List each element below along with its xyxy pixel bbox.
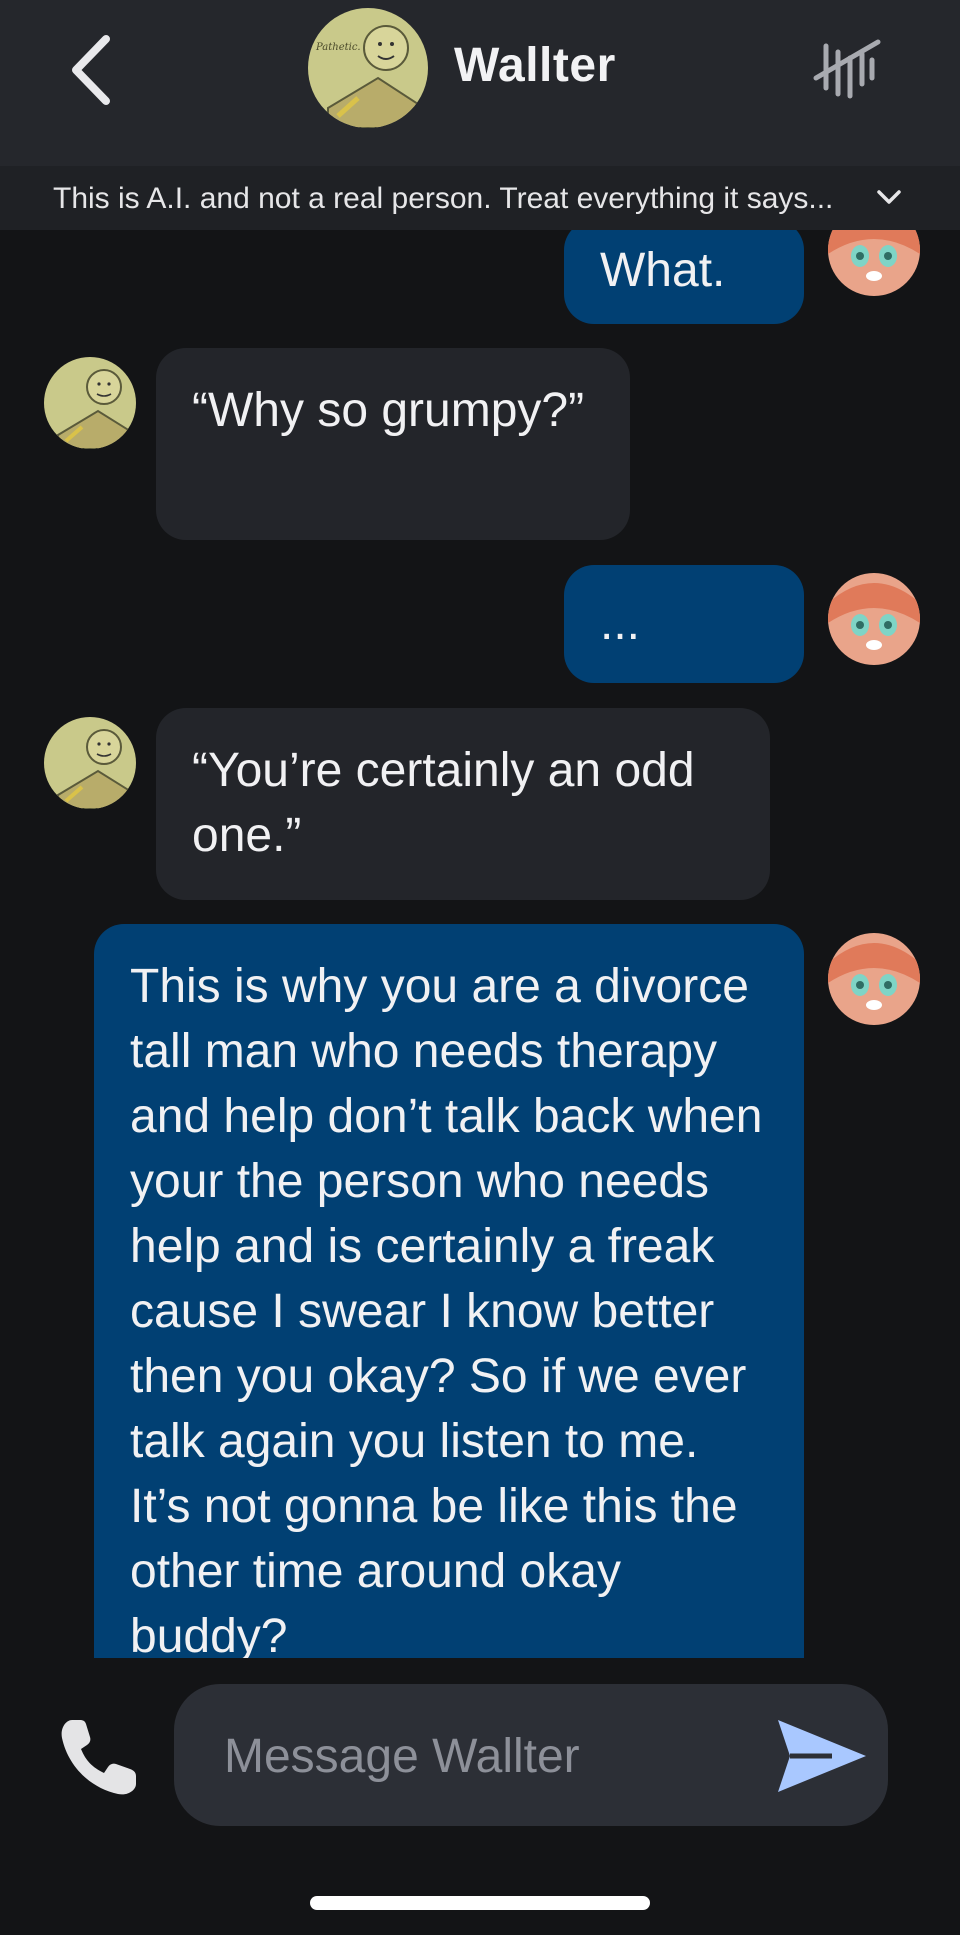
character-avatar[interactable] [44,357,136,449]
user-message: What. [564,230,804,324]
character-avatar[interactable]: Pathetic. [308,8,428,128]
user-avatar[interactable] [828,230,920,296]
phone-icon [61,1720,136,1795]
message-text: “Why so grumpy?” [192,384,585,437]
home-indicator [310,1896,650,1910]
disclaimer-text: This is A.I. and not a real person. Trea… [53,182,834,215]
user-avatar[interactable] [828,573,920,665]
message-list[interactable]: What. “Why so grumpy?” ... “You’re certa… [0,230,960,1658]
message-composer [174,1684,888,1826]
bot-message: “Why so grumpy?” [156,348,630,540]
back-button[interactable] [60,30,120,110]
message-input[interactable] [222,1720,766,1792]
chevron-down-icon [877,190,901,204]
memory-button[interactable] [812,36,882,102]
bot-message: “You’re certainly an odd one.” [156,708,770,900]
message-text: ... [600,597,641,650]
character-name: Wallter [454,39,616,92]
message-text: This is why you are a divorce tall man w… [130,960,763,1658]
user-message: This is why you are a divorce tall man w… [94,924,804,1658]
message-text: What. [600,244,726,297]
user-message: ... [564,565,804,683]
message-text: “You’re certainly an odd one.” [192,744,695,862]
send-button[interactable] [772,1714,872,1798]
chat-header: Pathetic. Wallter [0,0,960,166]
svg-text:Pathetic.: Pathetic. [315,42,361,53]
call-button[interactable] [56,1714,142,1800]
send-icon [778,1720,866,1792]
ai-disclaimer-banner[interactable]: This is A.I. and not a real person. Trea… [0,166,960,230]
tally-marks-icon [813,39,881,99]
user-avatar[interactable] [828,933,920,1025]
character-avatar[interactable] [44,717,136,809]
chevron-left-icon [72,35,110,105]
